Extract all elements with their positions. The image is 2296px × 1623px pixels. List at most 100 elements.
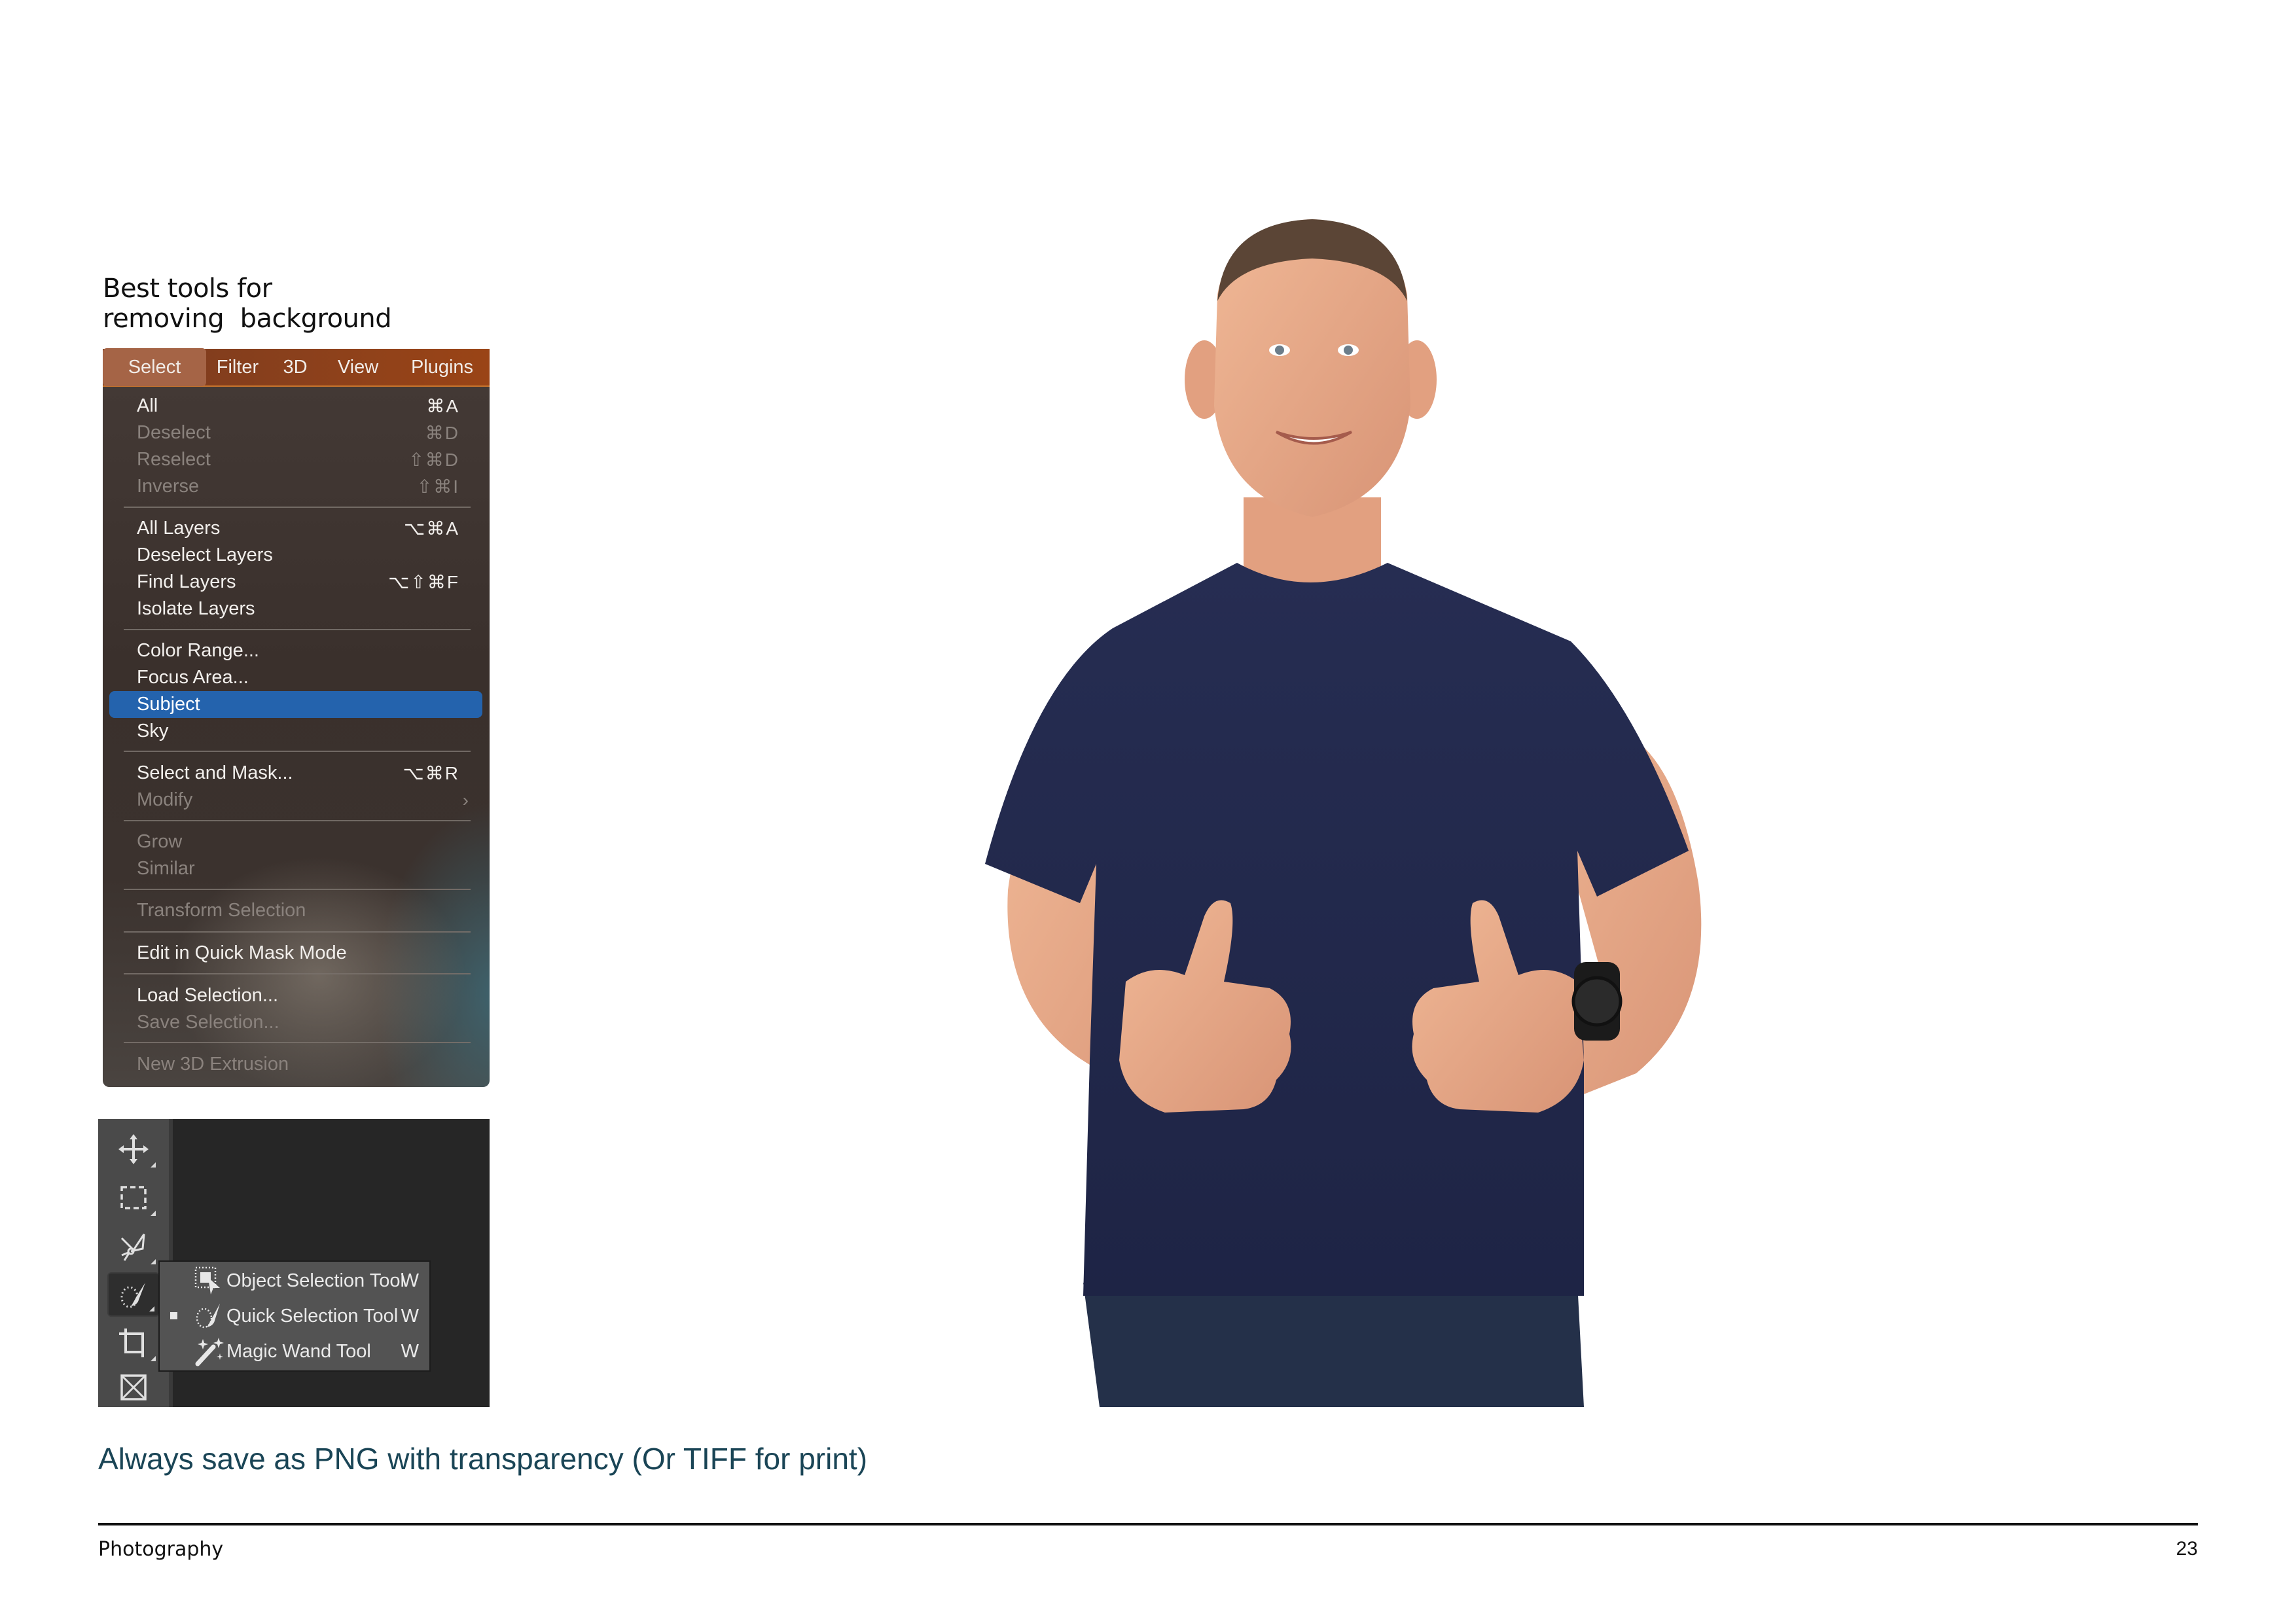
flyout-corner-icon xyxy=(151,1162,156,1168)
marquee-tool-button[interactable] xyxy=(107,1175,160,1220)
flyout-item-quick-selection[interactable]: Quick Selection Tool W xyxy=(160,1298,429,1334)
menu-item-label: Modify xyxy=(137,789,193,810)
menu-item-label: Save Selection... xyxy=(137,1012,279,1033)
menu-item-label: Reselect xyxy=(137,449,211,470)
shortcut-key: W xyxy=(401,1306,419,1327)
menu-filter[interactable]: Filter xyxy=(206,348,269,386)
footer-section-label: Photography xyxy=(98,1538,224,1561)
menu-item-find-layers[interactable]: Find Layers ⌥⇧⌘F xyxy=(103,569,490,596)
section-heading: Best tools for removing background xyxy=(103,274,392,334)
menu-item-label: All xyxy=(137,395,158,416)
menu-item-label: Grow xyxy=(137,831,183,852)
quick-selection-tool-button[interactable] xyxy=(107,1272,160,1317)
menu-select[interactable]: Select xyxy=(103,348,206,386)
flyout-corner-icon xyxy=(149,1306,154,1311)
flyout-corner-icon xyxy=(151,1259,156,1264)
magic-wand-icon xyxy=(195,1338,224,1366)
flyout-corner-icon xyxy=(151,1211,156,1216)
menu-item-focus-area[interactable]: Focus Area... xyxy=(103,664,490,691)
menu-item-select-and-mask[interactable]: Select and Mask... ⌥⌘R xyxy=(103,760,490,787)
menu-item-inverse: Inverse ⇧⌘I xyxy=(103,473,490,500)
menu-item-label: New 3D Extrusion xyxy=(137,1054,289,1075)
menu-item-label: Edit in Quick Mask Mode xyxy=(137,942,347,963)
frame-icon xyxy=(120,1374,147,1400)
menu-separator xyxy=(124,973,471,974)
menu-3d[interactable]: 3D xyxy=(269,348,321,386)
menu-item-label: Find Layers xyxy=(137,571,236,592)
menu-item-transform-selection: Transform Selection xyxy=(103,897,490,924)
menu-item-grow: Grow xyxy=(103,829,490,855)
cutout-portrait-photo xyxy=(985,219,1702,1407)
menu-item-label: Isolate Layers xyxy=(137,598,255,619)
menu-item-label: Sky xyxy=(137,721,169,741)
menu-item-label: Transform Selection xyxy=(137,900,306,921)
menu-item-similar: Similar xyxy=(103,855,490,882)
menu-view[interactable]: View xyxy=(321,348,395,386)
menu-item-reselect: Reselect ⇧⌘D xyxy=(103,446,490,473)
menu-item-label: Similar xyxy=(137,858,195,879)
flyout-item-label: Magic Wand Tool xyxy=(226,1341,371,1362)
menu-item-subject[interactable]: Subject xyxy=(109,691,482,718)
menu-plugins[interactable]: Plugins xyxy=(395,348,490,386)
menu-item-label: Inverse xyxy=(137,476,200,497)
menu-separator xyxy=(124,1042,471,1043)
head xyxy=(1185,219,1437,517)
quick-selection-icon xyxy=(196,1304,220,1329)
menu-separator xyxy=(124,889,471,890)
menu-item-label: All Layers xyxy=(137,518,221,539)
shortcut-key: W xyxy=(401,1270,419,1291)
lasso-tool-button[interactable] xyxy=(107,1224,160,1268)
menu-item-modify: Modify › xyxy=(103,787,490,813)
menu-item-color-range[interactable]: Color Range... xyxy=(103,637,490,664)
page-number: 23 xyxy=(2176,1538,2198,1560)
heading-line-2: removing background xyxy=(103,304,392,334)
flyout-item-magic-wand[interactable]: Magic Wand Tool W xyxy=(160,1334,429,1369)
submenu-chevron-icon: › xyxy=(462,790,470,810)
menu-item-load-selection[interactable]: Load Selection... xyxy=(103,982,490,1009)
menu-item-new-3d-extrusion: New 3D Extrusion xyxy=(103,1051,490,1078)
menu-item-all[interactable]: All ⌘A xyxy=(103,393,490,419)
menu-item-isolate-layers[interactable]: Isolate Layers xyxy=(103,596,490,622)
marquee-icon xyxy=(120,1186,147,1209)
shortcut-label: ⇧⌘D xyxy=(408,450,459,470)
wristwatch xyxy=(1571,962,1623,1041)
menu-item-label: Deselect Layers xyxy=(137,544,273,565)
tool-panel-screenshot: Object Selection Tool W Quick Selection … xyxy=(98,1119,490,1407)
quick-selection-icon xyxy=(120,1283,145,1308)
menu-separator xyxy=(124,931,471,933)
menu-item-label: Subject xyxy=(137,694,200,715)
shortcut-key: W xyxy=(401,1341,419,1362)
menu-item-quick-mask[interactable]: Edit in Quick Mask Mode xyxy=(103,940,490,967)
photoshop-menubar: Select Filter 3D View Plugins xyxy=(103,348,490,387)
move-tool-button[interactable] xyxy=(107,1127,160,1171)
menu-item-label: Select and Mask... xyxy=(137,762,293,783)
crop-icon xyxy=(119,1329,144,1357)
menu-item-label: Focus Area... xyxy=(137,667,249,688)
shortcut-label: ⌘A xyxy=(426,396,459,416)
menu-separator xyxy=(124,820,471,821)
selection-tools-flyout: Object Selection Tool W Quick Selection … xyxy=(158,1260,431,1372)
footer-divider xyxy=(98,1523,2198,1525)
menu-item-label: Load Selection... xyxy=(137,985,279,1006)
frame-tool-button[interactable] xyxy=(107,1365,160,1410)
heading-line-1: Best tools for xyxy=(103,274,272,304)
object-selection-icon xyxy=(194,1266,220,1294)
menu-item-deselect-layers[interactable]: Deselect Layers xyxy=(103,542,490,569)
menu-item-sky[interactable]: Sky xyxy=(103,718,490,745)
current-tool-indicator xyxy=(170,1312,177,1319)
flyout-item-label: Quick Selection Tool xyxy=(226,1306,399,1327)
menu-item-label: Color Range... xyxy=(137,640,259,661)
menu-separator xyxy=(124,629,471,630)
move-icon xyxy=(118,1134,149,1164)
flyout-corner-icon xyxy=(151,1356,156,1361)
menu-separator xyxy=(124,751,471,752)
flyout-item-label: Object Selection Tool xyxy=(226,1270,404,1291)
shortcut-label: ⌥⌘A xyxy=(404,518,459,539)
shortcut-label: ⇧⌘I xyxy=(416,476,459,497)
shortcut-label: ⌥⇧⌘F xyxy=(388,572,459,592)
crop-tool-button[interactable] xyxy=(107,1321,160,1365)
lasso-icon xyxy=(120,1234,145,1261)
menu-item-all-layers[interactable]: All Layers ⌥⌘A xyxy=(103,515,490,542)
flyout-item-object-selection[interactable]: Object Selection Tool W xyxy=(160,1263,429,1298)
shortcut-label: ⌘D xyxy=(425,423,459,443)
